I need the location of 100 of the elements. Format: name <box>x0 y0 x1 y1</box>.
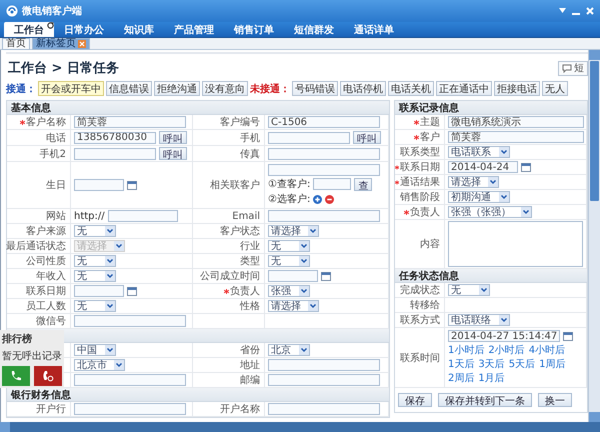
text-field[interactable] <box>268 132 350 144</box>
text-field[interactable] <box>74 315 186 327</box>
select-field[interactable]: 电话联系 <box>448 146 510 158</box>
action-button[interactable]: 换一 <box>538 393 572 407</box>
outcome-button[interactable]: 无人 <box>542 81 568 96</box>
text-field[interactable]: C-1506 <box>268 116 380 128</box>
url-field[interactable] <box>108 210 178 222</box>
date-field[interactable]: 2014-04-27 15:14:47 <box>448 330 560 342</box>
nav-tab[interactable]: 短信群发 <box>284 22 344 37</box>
time-link[interactable]: 2周后 <box>448 371 474 385</box>
url-prefix: http:// <box>74 210 105 222</box>
outcome-button[interactable]: 电话停机 <box>340 81 386 96</box>
close-icon[interactable] <box>586 7 594 15</box>
calendar-icon[interactable] <box>321 271 331 281</box>
section-title: 任务状态信息 <box>399 270 459 282</box>
text-field[interactable] <box>74 148 156 160</box>
time-link[interactable]: 1月后 <box>478 371 505 385</box>
select-field[interactable]: 无 <box>268 255 310 267</box>
select-field[interactable]: 无 <box>74 300 116 312</box>
time-link[interactable]: 3天后 <box>478 357 505 371</box>
field-label: 开户名称 <box>220 402 260 416</box>
text-field[interactable]: 简芙蓉 <box>74 116 186 128</box>
date-field[interactable]: 2014-04-24 <box>448 161 518 173</box>
nav-tab[interactable]: 销售订单 <box>224 22 284 37</box>
time-link[interactable]: 4小时后 <box>528 343 566 357</box>
text-field[interactable] <box>74 374 186 386</box>
add-icon[interactable] <box>313 194 322 204</box>
call-button[interactable] <box>2 366 30 386</box>
text-field[interactable] <box>268 210 380 222</box>
text-field[interactable]: 简芙蓉 <box>448 131 584 143</box>
call-button[interactable]: 呼叫 <box>159 147 187 160</box>
time-link[interactable]: 2小时后 <box>488 343 525 357</box>
select-field[interactable]: 张强（张强） <box>448 206 532 218</box>
select-field[interactable]: 电话联络 <box>448 314 510 326</box>
field-label: 微信号 <box>36 315 66 328</box>
text-field[interactable]: 13856780030 <box>74 132 156 144</box>
nav-tab[interactable]: 产品管理 <box>164 22 224 37</box>
outcome-button[interactable]: 开会或开车中 <box>38 81 104 96</box>
outcome-button[interactable]: 电话关机 <box>388 81 434 96</box>
page-tab[interactable]: 首页 <box>2 38 30 50</box>
group-label: 接通： <box>6 82 36 96</box>
content-field[interactable] <box>448 221 583 267</box>
text-field[interactable] <box>268 164 380 176</box>
scrollbar[interactable] <box>588 50 600 422</box>
remove-icon[interactable] <box>325 194 334 204</box>
text-field[interactable] <box>268 359 380 371</box>
sms-button[interactable]: 短 <box>558 60 588 76</box>
chevron-icon <box>114 241 124 251</box>
search-field[interactable] <box>313 178 352 190</box>
outcome-button[interactable]: 号码错误 <box>292 81 338 96</box>
text-field[interactable] <box>268 403 380 415</box>
close-icon[interactable] <box>78 40 86 48</box>
select-field[interactable]: 请选择 <box>268 300 319 312</box>
action-button[interactable]: 保存 <box>398 393 432 407</box>
outcome-button[interactable]: 正在通话中 <box>436 81 492 96</box>
select-field[interactable]: 无 <box>74 255 116 267</box>
calendar-icon[interactable] <box>127 286 137 296</box>
select-field[interactable]: 张强 <box>268 285 310 297</box>
hang-up-button[interactable] <box>34 366 62 386</box>
select-field[interactable]: 请选择 <box>268 225 319 237</box>
time-link[interactable]: 5天后 <box>508 357 536 371</box>
chevron-icon <box>105 271 115 281</box>
page-tab[interactable]: 新标签页 <box>32 38 90 50</box>
refresh-icon[interactable] <box>47 22 54 29</box>
select-field[interactable]: 请选择 <box>448 176 499 188</box>
search-button[interactable]: 查 <box>354 178 372 190</box>
text-field[interactable] <box>74 403 186 415</box>
time-link[interactable]: 1小时后 <box>448 343 484 357</box>
field-label: 销售阶段 <box>400 191 440 204</box>
scrollbar[interactable] <box>0 422 600 432</box>
field-label: 生日 <box>46 178 66 192</box>
nav-tab[interactable]: 知识库 <box>114 22 164 37</box>
text-field[interactable] <box>268 148 380 160</box>
select-field[interactable]: 无 <box>74 270 116 282</box>
calendar-icon[interactable] <box>127 180 137 190</box>
outcome-button[interactable]: 拒接电话 <box>494 81 540 96</box>
call-button[interactable]: 呼叫 <box>159 131 187 144</box>
time-link[interactable]: 1天后 <box>448 357 474 371</box>
nav-tab[interactable]: 日常办公 <box>54 22 114 37</box>
select-field[interactable]: 无 <box>448 284 490 296</box>
outcome-button[interactable]: 信息错误 <box>106 81 152 96</box>
outcome-button[interactable]: 拒绝沟通 <box>154 81 200 96</box>
text-field[interactable] <box>268 374 380 386</box>
time-link[interactable]: 1周后 <box>539 357 566 371</box>
date-field[interactable] <box>74 285 124 297</box>
calendar-icon[interactable] <box>563 331 573 341</box>
nav-tab[interactable]: 工作台 <box>4 22 54 37</box>
date-field[interactable] <box>74 179 124 191</box>
date-field[interactable] <box>268 270 318 282</box>
dropdown-icon[interactable] <box>559 8 566 14</box>
action-button[interactable]: 保存并转到下一条 <box>438 393 532 407</box>
call-button[interactable]: 呼叫 <box>353 131 381 144</box>
select-field[interactable]: 中国 <box>74 344 116 356</box>
required-icon <box>414 134 419 140</box>
select-field[interactable]: 无 <box>268 240 310 252</box>
select-field[interactable]: 无 <box>74 225 116 237</box>
nav-tab[interactable]: 通话详单 <box>344 22 404 37</box>
calendar-icon[interactable] <box>521 162 531 172</box>
outcome-button[interactable]: 没有意向 <box>202 81 248 96</box>
empty-message: 暂无呼出记录 <box>2 350 62 363</box>
